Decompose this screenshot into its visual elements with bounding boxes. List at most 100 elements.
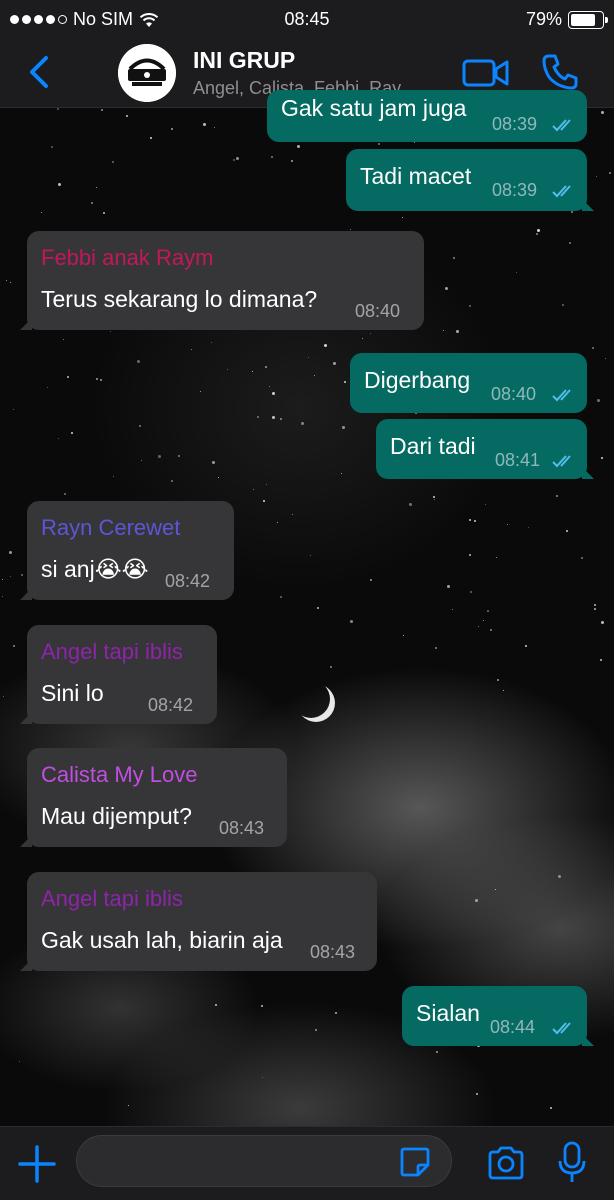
- star-decoration: [370, 578, 373, 581]
- star-decoration: [101, 108, 104, 111]
- star-decoration: [340, 473, 342, 475]
- star-decoration: [558, 874, 562, 878]
- sticker-icon[interactable]: [398, 1145, 432, 1179]
- star-decoration: [296, 145, 300, 149]
- star-decoration: [171, 127, 174, 130]
- message-text: Terus sekarang lo dimana?: [41, 286, 318, 312]
- message-text: Digerbang: [364, 367, 471, 393]
- star-decoration: [291, 159, 294, 162]
- message-time: 08:43: [310, 942, 356, 962]
- star-decoration: [217, 476, 219, 478]
- star-decoration: [594, 608, 597, 611]
- back-chevron-icon[interactable]: [20, 52, 60, 92]
- star-decoration: [593, 604, 596, 607]
- star-decoration: [474, 899, 478, 903]
- star-decoration: [566, 530, 569, 533]
- star-decoration: [329, 666, 332, 669]
- camera-icon[interactable]: [486, 1145, 526, 1181]
- star-decoration: [263, 500, 266, 503]
- message-bubble-incoming[interactable]: Calista My Love Mau dijemput? 08:43: [20, 748, 287, 847]
- message-bubble-incoming[interactable]: Angel tapi iblis Sini lo 08:42: [20, 625, 217, 724]
- star-decoration: [332, 362, 336, 366]
- star-decoration: [301, 422, 305, 426]
- plus-icon[interactable]: [18, 1145, 56, 1183]
- star-decoration: [536, 229, 540, 233]
- sender-name[interactable]: Angel tapi iblis: [41, 639, 183, 665]
- message-bubble-outgoing[interactable]: Gak satu jam juga 08:39: [267, 90, 587, 142]
- star-decoration: [110, 330, 112, 332]
- message-text: si anj😭😭: [41, 556, 149, 582]
- star-decoration: [112, 160, 115, 163]
- message-time: 08:41: [495, 450, 541, 470]
- star-decoration: [402, 216, 404, 218]
- star-decoration: [469, 591, 472, 594]
- star-decoration: [556, 494, 559, 497]
- star-decoration: [344, 380, 347, 383]
- star-decoration: [253, 489, 255, 491]
- star-decoration: [315, 1029, 318, 1032]
- star-decoration: [100, 379, 103, 382]
- microphone-icon[interactable]: [556, 1141, 588, 1185]
- star-decoration: [503, 690, 505, 692]
- status-right: 79%: [526, 9, 608, 30]
- voice-call-icon[interactable]: [540, 52, 580, 92]
- star-decoration: [62, 339, 64, 341]
- message-input[interactable]: [76, 1135, 452, 1187]
- star-decoration: [9, 575, 11, 577]
- star-decoration: [280, 417, 283, 420]
- group-avatar[interactable]: [118, 44, 176, 102]
- message-bubble-incoming[interactable]: Rayn Cerewet si anj😭😭 08:42: [20, 501, 234, 600]
- message-bubble-outgoing[interactable]: Tadi macet 08:39: [346, 149, 594, 211]
- status-bar: No SIM 08:45 79%: [0, 0, 614, 38]
- star-decoration: [496, 557, 498, 559]
- star-decoration: [41, 212, 43, 214]
- message-time: 08:39: [492, 180, 538, 200]
- star-decoration: [177, 454, 180, 457]
- message-time: 08:44: [490, 1017, 536, 1037]
- group-title[interactable]: INI GRUP: [193, 47, 295, 74]
- star-decoration: [57, 108, 60, 111]
- sender-name[interactable]: Rayn Cerewet: [41, 515, 180, 541]
- star-decoration: [1, 596, 3, 598]
- video-call-icon[interactable]: [462, 56, 510, 90]
- star-decoration: [141, 459, 143, 461]
- message-text: Sialan: [416, 1000, 480, 1026]
- star-decoration: [608, 172, 611, 175]
- sender-name[interactable]: Febbi anak Raym: [41, 245, 213, 271]
- read-ticks-icon: [552, 1022, 571, 1035]
- star-decoration: [127, 1104, 129, 1106]
- star-decoration: [214, 1004, 217, 1007]
- star-decoration: [190, 348, 192, 350]
- read-ticks-icon: [552, 185, 571, 198]
- star-decoration: [269, 385, 271, 387]
- star-decoration: [474, 520, 477, 523]
- star-decoration: [213, 126, 215, 128]
- star-decoration: [3, 695, 5, 697]
- message-bubble-outgoing[interactable]: Dari tadi 08:41: [376, 419, 594, 479]
- message-time: 08:40: [491, 384, 537, 404]
- star-decoration: [12, 408, 14, 410]
- star-decoration: [270, 156, 273, 159]
- message-bubble-outgoing[interactable]: Digerbang 08:40: [350, 353, 587, 413]
- battery-icon: [568, 10, 608, 29]
- star-decoration: [475, 1093, 478, 1096]
- star-decoration: [402, 634, 404, 636]
- star-decoration: [361, 338, 363, 340]
- message-bubble-incoming[interactable]: Febbi anak Raym Terus sekarang lo dimana…: [20, 231, 424, 330]
- star-decoration: [468, 553, 471, 556]
- star-decoration: [211, 461, 215, 465]
- message-text: Gak satu jam juga: [281, 95, 467, 121]
- star-decoration: [599, 658, 602, 661]
- star-decoration: [335, 1011, 338, 1014]
- sender-name[interactable]: Angel tapi iblis: [41, 886, 183, 912]
- message-bubble-outgoing[interactable]: Sialan 08:44: [402, 986, 594, 1046]
- star-decoration: [570, 211, 573, 214]
- star-decoration: [487, 609, 490, 612]
- message-bubble-incoming[interactable]: Angel tapi iblis Gak usah lah, biarin aj…: [20, 872, 377, 971]
- star-decoration: [157, 454, 161, 458]
- star-decoration: [58, 438, 60, 440]
- star-decoration: [370, 332, 372, 334]
- sender-name[interactable]: Calista My Love: [41, 762, 198, 788]
- star-decoration: [597, 398, 601, 402]
- star-decoration: [591, 347, 594, 350]
